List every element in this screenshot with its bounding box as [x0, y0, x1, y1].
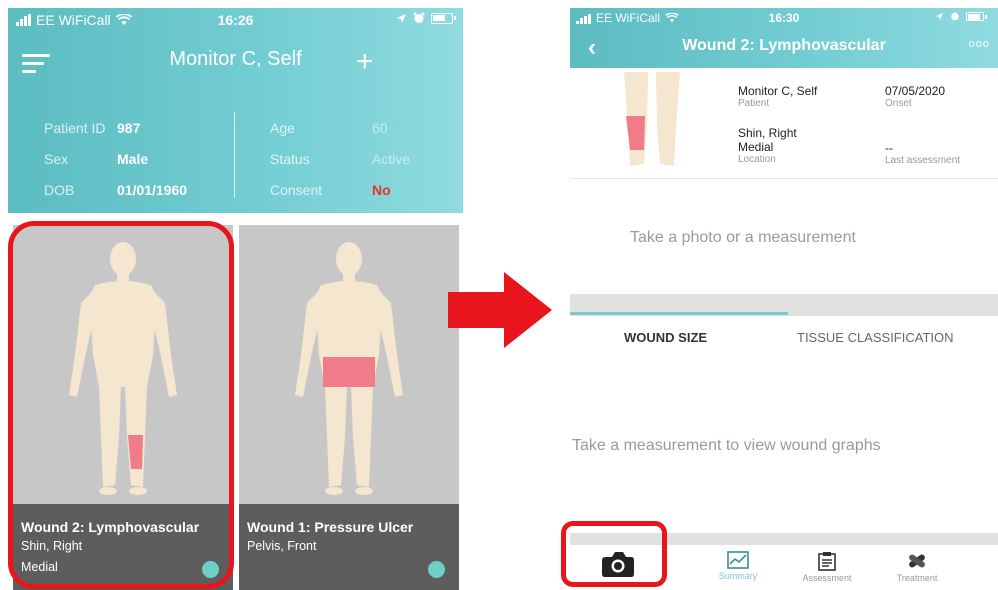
status-bar: EE WiFiCall 16:30 [570, 8, 998, 28]
bandage-icon [909, 554, 925, 568]
dob-value: 01/01/1960 [117, 181, 188, 198]
camera-icon[interactable] [598, 548, 638, 580]
bottom-separator [570, 533, 998, 545]
meta-onset: 07/05/2020 Onset [885, 84, 945, 109]
leg-figure-icon [624, 72, 680, 166]
right-phone-screen: EE WiFiCall 16:30 ‹ Wound 2: Lymphovascu… [570, 8, 998, 590]
onset-label: Onset [885, 98, 912, 109]
patient-label: Patient [738, 98, 770, 109]
wound-card-footer: Wound 1: Pressure Ulcer Pelvis, Front [239, 504, 459, 590]
wound-card-footer: Wound 2: Lymphovascular Shin, Right Medi… [13, 504, 233, 590]
location-label: Location [738, 154, 776, 165]
nav-assessment-label: Assessment [802, 573, 852, 583]
wound-area-shin [626, 116, 645, 150]
nav-summary-label: Summary [718, 571, 758, 581]
chart-icon [727, 551, 749, 569]
left-phone-screen: EE WiFiCall 16:26 Monitor C, Self + Pati… [8, 8, 463, 590]
body-figure-icon [69, 242, 177, 495]
location-value: Shin, Right [738, 126, 797, 140]
clipboard-icon [818, 552, 836, 571]
wound-location: Pelvis, Front [247, 539, 317, 553]
battery-icon [966, 11, 987, 21]
battery-icon [431, 12, 456, 24]
consent-value: No [372, 181, 391, 198]
wound-title: Wound 1: Pressure Ulcer [247, 519, 414, 535]
status-bar: EE WiFiCall 16:26 [8, 8, 463, 32]
wound-sublocation: Medial [21, 560, 58, 574]
location-sub-value: Medial [738, 140, 774, 154]
patient-name-title: Monitor C, Self [169, 48, 302, 70]
last-assessment-value: -- [885, 141, 893, 155]
patient-id-label: Patient ID [44, 119, 106, 136]
wound-header: EE WiFiCall 16:30 ‹ Wound 2: Lymphovascu… [570, 8, 998, 68]
patient-name-value: Monitor C, Self [738, 84, 818, 98]
location-arrow-icon [397, 13, 406, 23]
meta-patient: Monitor C, Self Patient [738, 84, 817, 109]
consent-label: Consent [270, 181, 323, 198]
patient-info-left: Patient ID 987 Sex Male DOB 01/01/1960 [44, 112, 187, 205]
more-options-icon[interactable]: ooo [969, 38, 990, 50]
clock: 16:30 [768, 11, 800, 25]
clock: 16:26 [217, 12, 254, 28]
info-divider [234, 112, 235, 198]
onset-value: 07/05/2020 [885, 84, 946, 98]
nav-treatment[interactable]: Treatment [882, 551, 952, 583]
wound-area-pelvis [323, 357, 375, 387]
nav-assessment[interactable]: Assessment [792, 551, 862, 583]
active-tab-indicator [570, 312, 788, 315]
status-dot [202, 561, 219, 578]
sex-value: Male [117, 150, 149, 167]
nav-summary[interactable]: Summary [703, 551, 773, 581]
photo-prompt: Take a photo or a measurement [630, 229, 856, 246]
age-label: Age [270, 119, 295, 136]
graph-prompt: Take a measurement to view wound graphs [572, 437, 881, 454]
last-assessment-label: Last assessment [885, 155, 961, 166]
body-figure-icon [295, 242, 403, 495]
bottom-nav: Summary Assessment Treatment [570, 545, 998, 590]
status-dot [428, 561, 445, 578]
tab-wound-size[interactable]: WOUND SIZE [624, 330, 707, 345]
dob-label: DOB [44, 181, 75, 198]
tab-tissue-classification[interactable]: TISSUE CLASSIFICATION [797, 330, 954, 345]
transition-arrow-icon [448, 272, 552, 348]
alarm-icon [413, 12, 425, 23]
meta-location: Shin, Right Medial Location [738, 126, 797, 165]
wound-title: Wound 2: Lymphovascular [21, 519, 200, 535]
sex-label: Sex [44, 150, 69, 167]
wound-title: Wound 2: Lymphovascular [682, 37, 886, 54]
wound-card-pressure-ulcer[interactable]: Wound 1: Pressure Ulcer Pelvis, Front [239, 225, 459, 590]
location-arrow-icon [935, 12, 944, 20]
status-label: Status [270, 150, 310, 167]
patient-info-right: Age 60 Status Active Consent No [270, 112, 410, 205]
add-icon[interactable]: + [356, 47, 374, 77]
nav-treatment-label: Treatment [896, 573, 938, 583]
status-value: Active [372, 150, 411, 167]
alarm-icon [951, 12, 959, 21]
wound-location: Shin, Right [21, 539, 83, 553]
divider [570, 178, 998, 179]
patient-header: EE WiFiCall 16:26 Monitor C, Self + Pati… [8, 8, 463, 213]
age-value: 60 [372, 119, 388, 136]
patient-id-value: 987 [117, 119, 141, 136]
wound-card-lymphovascular[interactable]: Wound 2: Lymphovascular Shin, Right Medi… [13, 225, 233, 590]
meta-last-assessment: -- Last assessment [885, 141, 960, 166]
